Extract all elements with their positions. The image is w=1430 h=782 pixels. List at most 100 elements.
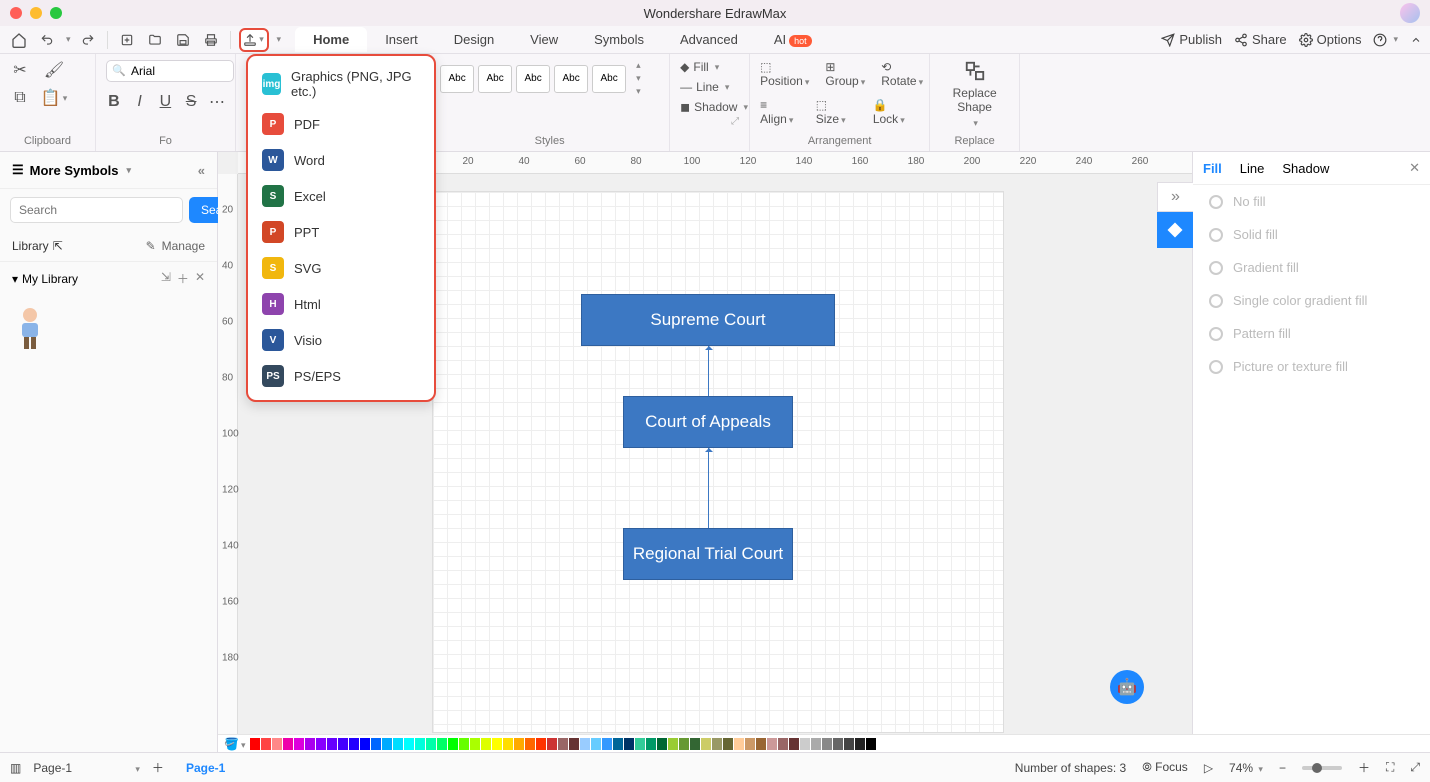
color-chip-36[interactable] [646,738,656,750]
color-chip-11[interactable] [371,738,381,750]
export-item-7[interactable]: VVisio [252,322,430,358]
connector-2[interactable] [708,448,709,528]
size-dropdown[interactable]: ⬚ Size▾ [816,98,857,126]
color-chip-55[interactable] [855,738,865,750]
styles-expand-icon[interactable]: ▾ [636,86,641,97]
shape-n1[interactable]: Supreme Court [581,294,835,346]
export-item-0[interactable]: imgGraphics (PNG, JPG etc.) [252,62,430,106]
help-icon[interactable]: ▾ [1373,33,1398,47]
close-panel-icon[interactable]: ✕ [1409,160,1420,176]
export-item-1[interactable]: PPDF [252,106,430,142]
color-chip-37[interactable] [657,738,667,750]
styles-down-icon[interactable]: ▾ [636,73,641,84]
zoom-in-icon[interactable]: ＋ [1358,759,1370,776]
replace-shape-button[interactable]: Replace Shape▾ [940,60,1009,129]
tab-insert[interactable]: Insert [367,27,436,52]
color-chip-0[interactable] [250,738,260,750]
color-chip-3[interactable] [283,738,293,750]
color-chip-44[interactable] [734,738,744,750]
color-chip-42[interactable] [712,738,722,750]
close-lib-icon[interactable]: ✕ [195,270,205,287]
undo-icon[interactable] [36,29,58,51]
color-chip-6[interactable] [316,738,326,750]
color-chip-34[interactable] [624,738,634,750]
color-chip-4[interactable] [294,738,304,750]
line-dropdown[interactable]: — Line▾ [680,80,739,94]
drawing-page[interactable]: Supreme Court Court of Appeals Regional Tr… [433,192,1003,732]
color-chip-22[interactable] [492,738,502,750]
options-button[interactable]: Options [1299,32,1362,47]
connector-1[interactable] [708,346,709,396]
my-library-label[interactable]: My Library [22,272,78,286]
share-button[interactable]: Share [1234,32,1287,47]
fill-dropdown[interactable]: ◆ Fill▾ [680,60,739,74]
color-chip-19[interactable] [459,738,469,750]
color-chip-32[interactable] [602,738,612,750]
color-chip-2[interactable] [272,738,282,750]
page-selector[interactable]: Page-1 ▾ [33,761,140,775]
export-button[interactable]: ▾ [239,28,269,52]
add-page-icon[interactable]: ＋ [152,759,164,776]
style-preset-1[interactable]: Abc [440,65,474,93]
more-symbols-label[interactable]: More Symbols [30,163,119,178]
paste-icon[interactable]: 📋▾ [44,88,64,108]
open-file-icon[interactable] [144,29,166,51]
prop-tab-line[interactable]: Line [1240,161,1265,176]
export-item-4[interactable]: PPPT [252,214,430,250]
color-chip-38[interactable] [668,738,678,750]
cut-icon[interactable]: ✂ [10,60,30,80]
color-chip-26[interactable] [536,738,546,750]
format-painter-icon[interactable]: 🖌 [44,60,64,80]
color-chip-9[interactable] [349,738,359,750]
export-item-5[interactable]: SSVG [252,250,430,286]
focus-button[interactable]: ⦾ Focus [1142,760,1188,775]
bold-icon[interactable]: B [106,92,122,112]
expand-mylibrary-icon[interactable]: ▾ [12,272,18,286]
color-chip-18[interactable] [448,738,458,750]
rotate-dropdown[interactable]: ⟲ Rotate▾ [881,60,923,88]
color-chip-16[interactable] [426,738,436,750]
export-lib-icon[interactable]: ⇲ [161,270,171,287]
italic-icon[interactable]: I [132,92,148,112]
page-tab-1[interactable]: Page-1 [176,758,235,778]
prop-tab-shadow[interactable]: Shadow [1282,161,1329,176]
lock-dropdown[interactable]: 🔒 Lock▾ [873,98,919,126]
color-chip-24[interactable] [514,738,524,750]
zoom-out-icon[interactable]: − [1279,761,1286,775]
color-chip-8[interactable] [338,738,348,750]
color-chip-20[interactable] [470,738,480,750]
symbol-person-icon[interactable] [10,305,50,351]
tab-view[interactable]: View [512,27,576,52]
panel-expand-icon[interactable]: » [1157,182,1193,212]
home-icon[interactable] [8,29,30,51]
color-chip-50[interactable] [800,738,810,750]
zoom-level[interactable]: 74% ▾ [1229,761,1263,775]
fit-page-icon[interactable]: ⛶ [1386,760,1394,775]
fill-option-5[interactable]: Picture or texture fill [1193,350,1430,383]
font-family-input[interactable]: Arial [106,60,234,82]
shape-n3[interactable]: Regional Trial Court [623,528,793,580]
color-chip-43[interactable] [723,738,733,750]
color-chip-35[interactable] [635,738,645,750]
color-chip-17[interactable] [437,738,447,750]
manage-label[interactable]: Manage [162,239,205,253]
color-chip-27[interactable] [547,738,557,750]
panel-toggle-icon[interactable]: ▥ [10,761,21,775]
color-chip-33[interactable] [613,738,623,750]
color-chip-51[interactable] [811,738,821,750]
color-chip-1[interactable] [261,738,271,750]
color-chip-47[interactable] [767,738,777,750]
fill-option-4[interactable]: Pattern fill [1193,317,1430,350]
library-label[interactable]: Library [12,239,49,253]
collapse-ribbon-icon[interactable] [1410,34,1422,46]
fill-panel-icon[interactable] [1157,212,1193,248]
tab-home[interactable]: Home [295,27,367,52]
color-chip-31[interactable] [591,738,601,750]
library-pin-icon[interactable]: ⇱ [53,239,63,253]
shape-n2[interactable]: Court of Appeals [623,396,793,448]
color-chip-39[interactable] [679,738,689,750]
print-icon[interactable] [200,29,222,51]
color-chip-48[interactable] [778,738,788,750]
style-preset-5[interactable]: Abc [592,65,626,93]
fullscreen-icon[interactable]: ⤢ [1410,760,1420,775]
